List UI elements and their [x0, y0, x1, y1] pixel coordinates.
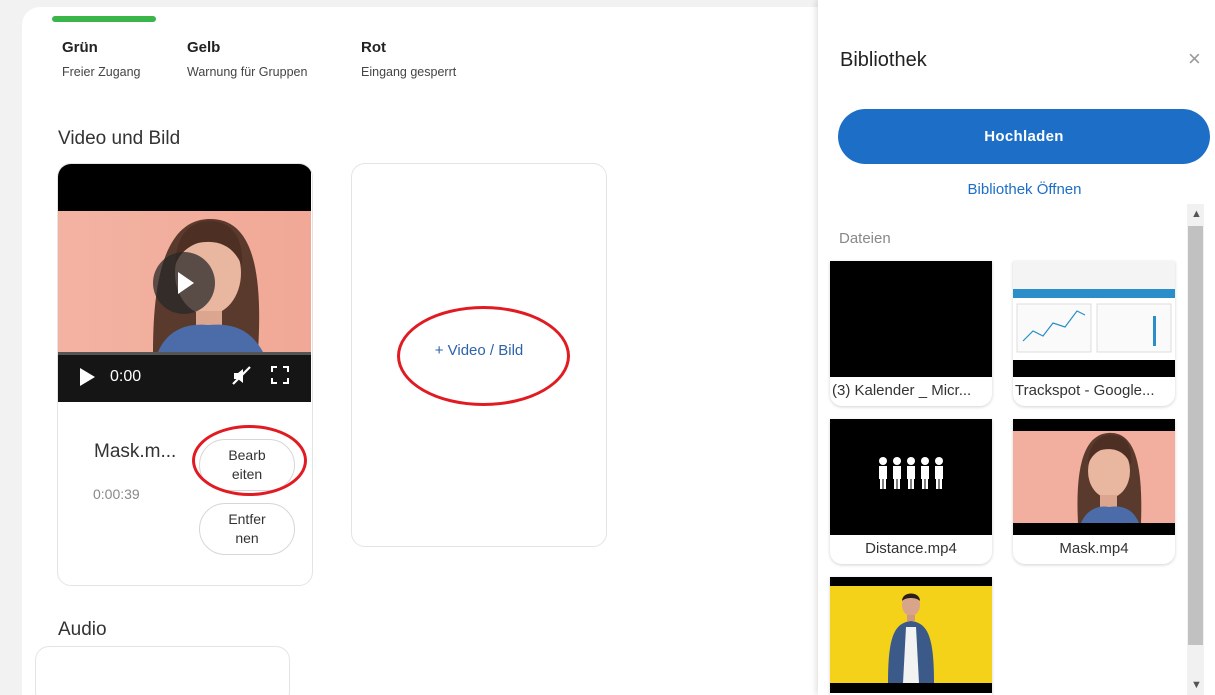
file-thumbnail — [830, 577, 992, 693]
upload-button[interactable]: Hochladen — [838, 109, 1210, 164]
play-overlay-button[interactable] — [153, 252, 215, 314]
scroll-up-icon[interactable]: ▲ — [1191, 208, 1202, 220]
remove-button[interactable]: Entfer nen — [199, 503, 295, 555]
legend-red: Rot Eingang gesperrt — [361, 39, 456, 79]
legend-green-title: Grün — [62, 39, 98, 56]
video-player[interactable]: 0:00 — [58, 164, 311, 402]
edit-button[interactable]: Bearb eiten — [199, 439, 295, 491]
media-duration: 0:00:39 — [93, 486, 140, 502]
section-title-video: Video und Bild — [58, 128, 181, 149]
scroll-down-icon[interactable]: ▼ — [1191, 679, 1202, 691]
legend-red-title: Rot — [361, 39, 386, 56]
file-thumbnail — [830, 261, 992, 377]
file-name: (3) Kalender _ Micr... — [832, 382, 972, 399]
file-thumbnail — [830, 419, 992, 535]
scrollbar-thumb[interactable] — [1188, 226, 1203, 645]
file-name: Mask.mp4 — [1059, 540, 1129, 557]
legend-green: Grün Freier Zugang — [62, 39, 141, 79]
mute-icon[interactable] — [230, 364, 254, 388]
file-item[interactable]: Trackspot - Google... — [1013, 261, 1175, 406]
legend-yellow-desc: Warnung für Gruppen — [187, 65, 308, 79]
file-thumbnail — [1013, 419, 1175, 535]
play-icon[interactable] — [80, 368, 95, 386]
file-item[interactable]: Distance.mp4 — [830, 419, 992, 564]
legend-yellow: Gelb Warnung für Gruppen — [187, 39, 307, 79]
media-card: 0:00 Mask.m... 0:00:39 Bearb eiten Entfe… — [57, 163, 313, 586]
section-title-audio: Audio — [58, 619, 107, 640]
player-time: 0:00 — [110, 368, 142, 385]
main-panel: Grün Freier Zugang Gelb Warnung für Grup… — [22, 7, 818, 695]
library-sidebar: Bibliothek × Hochladen Bibliothek Öffnen… — [818, 0, 1215, 695]
audio-card[interactable] — [35, 646, 290, 695]
file-thumbnail — [1013, 261, 1175, 377]
file-item[interactable]: (3) Kalender _ Micr... — [830, 261, 992, 406]
sidebar-scrollbar[interactable]: ▲ ▼ — [1187, 204, 1204, 695]
fullscreen-icon[interactable] — [270, 365, 290, 385]
status-legend: Grün Freier Zugang Gelb Warnung für Grup… — [22, 39, 818, 89]
legend-yellow-title: Gelb — [187, 39, 221, 56]
files-label: Dateien — [839, 230, 891, 247]
video-controls-bar: 0:00 — [58, 352, 311, 402]
legend-green-desc: Freier Zugang — [62, 65, 141, 79]
media-name: Mask.m... — [94, 441, 177, 462]
progress-bar[interactable] — [58, 352, 311, 355]
legend-red-desc: Eingang gesperrt — [361, 65, 457, 79]
file-item[interactable]: Mask.mp4 — [1013, 419, 1175, 564]
sidebar-title: Bibliothek — [840, 49, 927, 71]
open-library-link[interactable]: Bibliothek Öffnen — [818, 181, 1215, 198]
active-tab-indicator — [52, 16, 156, 22]
add-media-link[interactable]: + Video / Bild — [352, 342, 606, 359]
file-item[interactable] — [830, 577, 992, 695]
close-icon[interactable]: × — [1188, 48, 1201, 70]
file-name: Distance.mp4 — [865, 540, 957, 557]
add-media-card[interactable]: + Video / Bild — [351, 163, 607, 547]
file-name: Trackspot - Google... — [1015, 382, 1155, 399]
